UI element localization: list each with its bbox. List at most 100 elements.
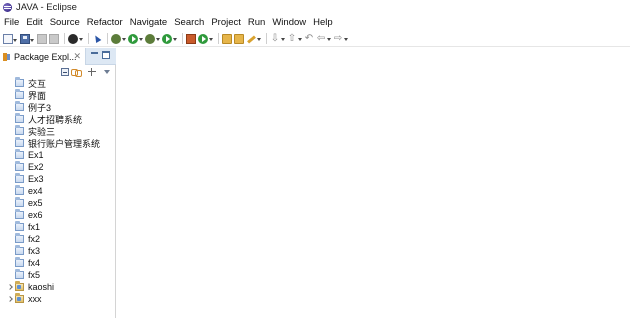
tree-item[interactable]: ex6 — [0, 209, 116, 221]
menu-file[interactable]: File — [4, 17, 19, 28]
maximize-icon[interactable] — [102, 51, 110, 59]
project-icon — [15, 185, 24, 195]
expand-toggle — [6, 126, 14, 136]
pencil-icon[interactable] — [246, 34, 261, 44]
java-project-icon — [15, 293, 24, 303]
tree-item[interactable]: 交互 — [0, 77, 116, 89]
next-annotation-icon[interactable]: ⇩ — [270, 33, 285, 44]
toolbar-separator — [88, 33, 89, 44]
tree-item-label: Ex3 — [28, 174, 44, 184]
tree-item-label: ex6 — [28, 210, 43, 220]
menu-project[interactable]: Project — [211, 17, 241, 28]
view-menu-icon[interactable] — [104, 70, 110, 74]
tree-item[interactable]: fx4 — [0, 257, 116, 269]
tree-item[interactable]: Ex2 — [0, 161, 116, 173]
tree-item[interactable]: 人才招聘系统 — [0, 113, 116, 125]
menu-edit[interactable]: Edit — [26, 17, 42, 28]
tree-item[interactable]: fx5 — [0, 269, 116, 281]
expand-toggle — [6, 162, 14, 172]
prev-annotation-icon[interactable]: ⇧ — [287, 33, 302, 44]
project-icon — [15, 233, 24, 243]
expand-chevron-icon[interactable] — [6, 282, 14, 292]
expand-toggle — [6, 198, 14, 208]
project-icon — [15, 125, 24, 135]
toolbar-separator — [64, 33, 65, 44]
project-icon — [15, 149, 24, 159]
tree-item-label: fx4 — [28, 258, 41, 268]
minimize-icon[interactable] — [91, 52, 98, 58]
focus-icon[interactable] — [88, 68, 97, 76]
expand-chevron-icon[interactable] — [6, 294, 14, 304]
tree-item[interactable]: fx2 — [0, 233, 116, 245]
expand-toggle — [6, 102, 14, 112]
expand-toggle — [6, 78, 14, 88]
external-tools-icon[interactable] — [162, 33, 177, 44]
debug-icon[interactable] — [111, 33, 126, 44]
collapse-all-icon[interactable] — [61, 68, 69, 76]
expand-toggle — [6, 114, 14, 124]
print-icon[interactable] — [49, 33, 59, 44]
tree-item[interactable]: kaoshi — [0, 281, 116, 293]
tree-item-label: 银行账户管理系统 — [28, 138, 101, 149]
expand-toggle — [6, 258, 14, 268]
tree-item[interactable]: xxx — [0, 293, 116, 305]
tree-item-label: xxx — [28, 294, 42, 304]
tree-item-label: Ex2 — [28, 162, 44, 172]
tree-item-label: fx3 — [28, 246, 41, 256]
menu-navigate[interactable]: Navigate — [130, 17, 168, 28]
menu-source[interactable]: Source — [50, 17, 80, 28]
tree-item-label: Ex1 — [28, 150, 44, 160]
menu-run[interactable]: Run — [248, 17, 265, 28]
package-explorer-view: Package Expl... ✕ 交互 界面 例子3 人才招聘系统 实验三 银… — [0, 48, 116, 318]
cursor-icon[interactable] — [92, 34, 102, 44]
coverage-icon[interactable] — [145, 33, 160, 44]
tree-item[interactable]: ex4 — [0, 185, 116, 197]
back-icon[interactable]: ⇦ — [316, 33, 331, 44]
project-icon — [15, 257, 24, 267]
last-edit-icon[interactable]: ↶ — [304, 33, 314, 44]
eclipse-logo-icon — [3, 3, 12, 12]
tree-item-label: fx2 — [28, 234, 41, 244]
tree-item[interactable]: fx1 — [0, 221, 116, 233]
java-project-icon — [15, 281, 24, 291]
project-icon — [15, 269, 24, 279]
expand-toggle — [6, 150, 14, 160]
tree-item-label: ex5 — [28, 198, 43, 208]
tree-item[interactable]: fx3 — [0, 245, 116, 257]
save-icon[interactable] — [20, 33, 34, 44]
close-icon[interactable]: ✕ — [73, 51, 81, 61]
save-all-icon[interactable] — [37, 33, 47, 44]
project-icon — [15, 197, 24, 207]
tree-item[interactable]: 银行账户管理系统 — [0, 137, 116, 149]
tree-item[interactable]: Ex1 — [0, 149, 116, 161]
tab-package-explorer[interactable]: Package Expl... ✕ — [0, 48, 86, 65]
expand-toggle — [6, 234, 14, 244]
tree-item[interactable]: 实验三 — [0, 125, 116, 137]
new-icon[interactable] — [3, 33, 17, 44]
view-title: Package Expl... — [14, 51, 77, 62]
terminal-icon[interactable] — [68, 33, 83, 44]
menu-window[interactable]: Window — [272, 17, 306, 28]
tree-item[interactable]: 例子3 — [0, 101, 116, 113]
tree-item[interactable]: ex5 — [0, 197, 116, 209]
menu-help[interactable]: Help — [313, 17, 333, 28]
package-explorer-icon — [3, 52, 11, 61]
project-icon — [15, 113, 24, 123]
menu-refactor[interactable]: Refactor — [87, 17, 123, 28]
new-class-icon[interactable] — [198, 33, 213, 44]
menu-search[interactable]: Search — [174, 17, 204, 28]
editor-area[interactable] — [118, 48, 630, 318]
project-icon — [15, 77, 24, 87]
title-bar: JAVA - Eclipse — [0, 0, 630, 15]
project-icon — [15, 89, 24, 99]
open-task-icon[interactable] — [234, 33, 244, 44]
new-java-project-icon[interactable] — [186, 33, 196, 44]
tree-item[interactable]: 界面 — [0, 89, 116, 101]
link-with-editor-icon[interactable] — [71, 68, 82, 77]
expand-toggle — [6, 270, 14, 280]
tree-item[interactable]: Ex3 — [0, 173, 116, 185]
forward-icon[interactable]: ⇨ — [333, 33, 348, 44]
open-type-icon[interactable] — [222, 33, 232, 44]
run-icon[interactable] — [128, 33, 143, 44]
project-icon — [15, 173, 24, 183]
